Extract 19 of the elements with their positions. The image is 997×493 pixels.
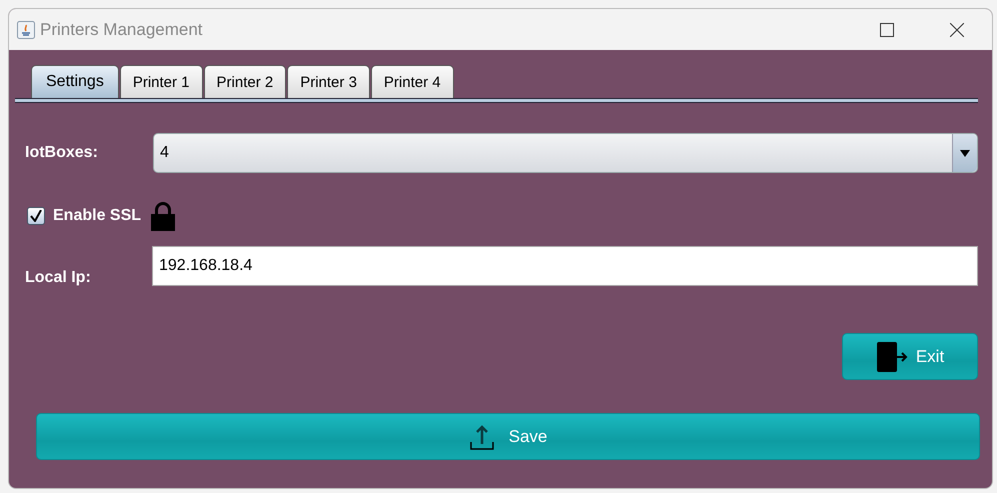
tab[interactable]: Settings [31,65,119,98]
tab[interactable]: Printer 2 [204,65,286,98]
local-ip-field[interactable]: 192.168.18.4 [152,246,978,286]
tab[interactable]: Printer 1 [120,65,203,98]
exit-door-icon [876,342,910,372]
app-icon [17,20,35,38]
window-title: Printers Management [40,20,204,40]
padlock-icon [149,201,178,231]
dropdown-arrow-icon [960,150,970,156]
tab[interactable]: Printer 4 [370,65,454,98]
upload-icon [468,424,495,450]
field-label: Local Ip: [25,268,92,287]
checkbox-label: Enable SSL [53,207,142,225]
iotboxes-dropdown[interactable]: 4 [153,133,978,173]
tab[interactable]: Printer 3 [287,65,370,98]
field-label: IotBoxes: [25,144,99,162]
maximize-icon[interactable] [880,22,894,36]
ssl-checkbox[interactable] [27,207,45,225]
close-icon[interactable] [950,22,964,36]
